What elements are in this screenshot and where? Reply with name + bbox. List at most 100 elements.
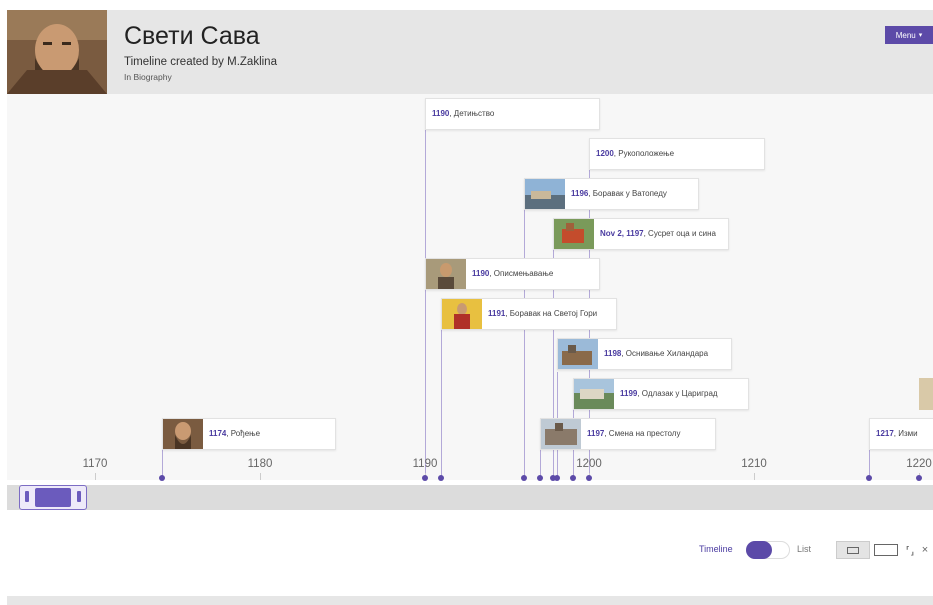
- event-marker[interactable]: [866, 475, 872, 481]
- toggle-knob: [746, 541, 772, 559]
- timeline-title: Свети Сава: [124, 22, 260, 50]
- event-title: , Детињство: [449, 109, 495, 118]
- event-date: 1190: [432, 109, 450, 118]
- event-date: 1198: [604, 349, 622, 358]
- compact-view-button[interactable]: [836, 541, 870, 559]
- axis-tick-label: 1210: [741, 458, 767, 470]
- event-label: 1199, Одлазак у Цариград: [614, 389, 724, 399]
- timeline-axis: 1170 1180 1190 1200 1210 1220: [7, 455, 933, 485]
- axis-tick-label: 1220: [906, 458, 932, 470]
- menu-button[interactable]: Menu ▾: [885, 26, 933, 44]
- event-label: 1196, Боравак у Ватопеду: [565, 189, 673, 199]
- event-thumbnail: [525, 179, 565, 209]
- timeline-view-label[interactable]: Timeline: [699, 544, 733, 554]
- timeline-event-card[interactable]: 1190, Описмењавање: [425, 258, 600, 290]
- event-label: 1200, Рукоположење: [590, 149, 680, 159]
- event-title: , Изми: [893, 429, 918, 438]
- list-view-label[interactable]: List: [797, 544, 811, 554]
- wide-view-icon: [874, 544, 898, 556]
- menu-button-label: Menu: [895, 30, 916, 40]
- event-title: , Боравак у Ватопеду: [588, 189, 667, 198]
- timeline-event-card[interactable]: 1191, Боравак на Светој Гори: [441, 298, 617, 330]
- chevron-down-icon: ▾: [918, 32, 923, 39]
- event-title: , Смена на престолу: [604, 429, 681, 438]
- compact-view-icon: [847, 546, 859, 554]
- event-label: Nov 2, 1197, Сусрет оца и сина: [594, 229, 722, 239]
- navigator-right-grip[interactable]: [77, 491, 81, 502]
- event-label: 1197, Смена на престолу: [581, 429, 686, 439]
- event-connector: [425, 130, 426, 480]
- timeline-cover-image: [7, 10, 107, 94]
- event-thumbnail: [163, 419, 203, 449]
- axis-tick: [95, 473, 96, 480]
- expand-icon: ⸢⸥: [905, 544, 915, 557]
- event-connector: [524, 210, 525, 480]
- event-title: , Одлазак у Цариград: [637, 389, 718, 398]
- event-marker[interactable]: [537, 475, 543, 481]
- timeline-canvas: 1190, Детињство 1200, Рукоположење 1196,…: [7, 94, 933, 480]
- event-label: 1190, Детињство: [426, 109, 500, 119]
- timeline-event-card[interactable]: 1196, Боравак у Ватопеду: [524, 178, 699, 210]
- navigator-window[interactable]: [35, 488, 71, 507]
- event-date: 1191: [488, 309, 506, 318]
- event-marker[interactable]: [554, 475, 560, 481]
- event-marker[interactable]: [521, 475, 527, 481]
- event-label: 1198, Оснивање Хиландара: [598, 349, 714, 359]
- event-thumbnail: [442, 299, 482, 329]
- timeline-event-card[interactable]: 1199, Одлазак у Цариград: [573, 378, 749, 410]
- timeline-event-card[interactable]: 1174, Рођење: [162, 418, 336, 450]
- event-marker[interactable]: [438, 475, 444, 481]
- view-mode-toggle[interactable]: [746, 541, 790, 559]
- event-date: 1217: [876, 429, 894, 438]
- event-thumbnail: [574, 379, 614, 409]
- timeline-event-card[interactable]: 1217, Изми: [869, 418, 933, 450]
- event-title: , Сусрет оца и сина: [643, 229, 716, 238]
- event-date: Nov 2, 1197: [600, 229, 644, 238]
- axis-tick: [754, 473, 755, 480]
- event-label: 1174, Рођење: [203, 429, 266, 439]
- timeline-author: Timeline created by M.Zaklina: [124, 56, 277, 68]
- axis-tick-label: 1200: [576, 458, 602, 470]
- event-thumbnail: [426, 259, 466, 289]
- event-title: , Боравак на Светој Гори: [505, 309, 598, 318]
- fullscreen-button[interactable]: ⸢⸥: [903, 541, 917, 559]
- event-date: 1197: [587, 429, 605, 438]
- navigator-left-grip[interactable]: [25, 491, 29, 502]
- timeline-event-card[interactable]: Nov 2, 1197, Сусрет оца и сина: [553, 218, 729, 250]
- wide-view-button[interactable]: [870, 541, 902, 559]
- axis-tick-label: 1170: [82, 458, 108, 470]
- event-date: 1199: [620, 389, 638, 398]
- event-marker[interactable]: [159, 475, 165, 481]
- event-marker[interactable]: [570, 475, 576, 481]
- timeline-category: In Biography: [124, 72, 172, 82]
- timeline-event-card[interactable]: 1197, Смена на престолу: [540, 418, 716, 450]
- timeline-event-card[interactable]: 1198, Оснивање Хиландара: [557, 338, 732, 370]
- event-marker[interactable]: [916, 475, 922, 481]
- axis-tick-label: 1180: [247, 458, 273, 470]
- event-marker[interactable]: [422, 475, 428, 481]
- timeline-event-card[interactable]: 1190, Детињство: [425, 98, 600, 130]
- footer-bar: [7, 596, 933, 605]
- event-thumbnail: [554, 219, 594, 249]
- timeline-header: Свети Сава Timeline created by M.Zaklina…: [7, 10, 933, 94]
- timeline-event-card[interactable]: 1200, Рукоположење: [589, 138, 765, 170]
- timeline-navigator[interactable]: [7, 485, 933, 510]
- close-icon: ×: [921, 544, 929, 556]
- event-thumbnail: [558, 339, 598, 369]
- event-label: 1217, Изми: [870, 429, 924, 439]
- event-label: 1190, Описмењавање: [466, 269, 559, 279]
- close-view-button[interactable]: ×: [918, 541, 932, 559]
- event-thumbnail: [541, 419, 581, 449]
- event-marker[interactable]: [586, 475, 592, 481]
- event-date: 1200: [596, 149, 614, 158]
- event-title: , Оснивање Хиландара: [621, 349, 709, 358]
- event-date: 1190: [472, 269, 490, 278]
- event-title: , Рукоположење: [613, 149, 675, 158]
- navigator-range-handle[interactable]: [19, 485, 87, 510]
- event-label: 1191, Боравак на Светој Гори: [482, 309, 603, 319]
- event-thumbnail: [919, 378, 933, 410]
- event-title: , Описмењавање: [489, 269, 554, 278]
- event-date: 1174: [209, 429, 227, 438]
- axis-tick-label: 1190: [412, 458, 438, 470]
- event-title: , Рођење: [226, 429, 261, 438]
